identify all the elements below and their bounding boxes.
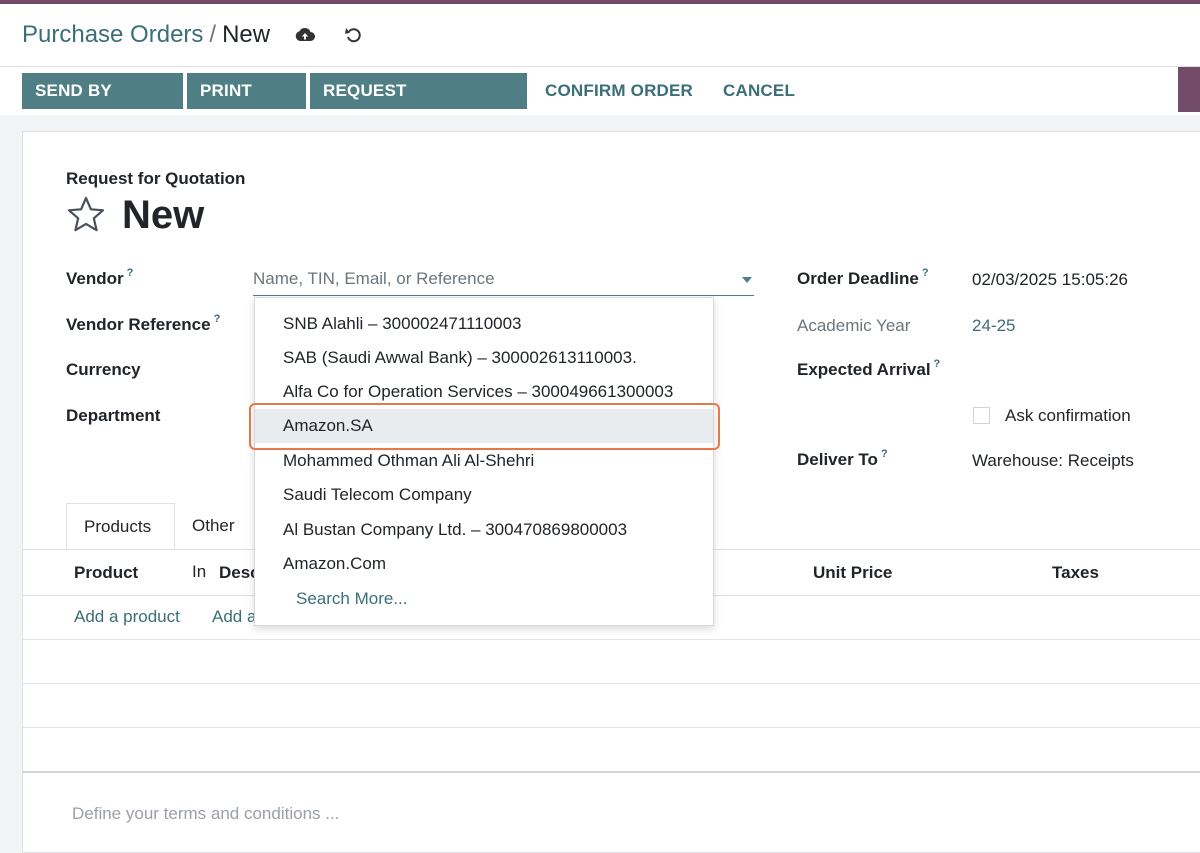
add-product-link[interactable]: Add a product: [74, 607, 180, 627]
vendor-reference-label: Vendor Reference?: [66, 313, 221, 334]
currency-label: Currency: [66, 360, 141, 379]
help-icon[interactable]: ?: [214, 313, 221, 325]
document-type-label: Request for Quotation: [66, 169, 246, 188]
print-rfq-button[interactable]: PRINT RFQ: [187, 73, 306, 136]
cloud-upload-icon[interactable]: [294, 26, 316, 49]
star-icon[interactable]: [66, 196, 106, 239]
dropdown-option[interactable]: SNB Alahli – 300002471110003: [255, 307, 713, 341]
send-by-email-button[interactable]: SEND BY EMAIL: [22, 73, 183, 136]
breadcrumb-purchase-orders[interactable]: Purchase Orders: [22, 21, 203, 48]
control-panel-header: Purchase Orders / New: [0, 4, 1200, 67]
table-row-divider: [22, 683, 1200, 684]
dropdown-option[interactable]: Amazon.Com: [255, 547, 713, 581]
expected-arrival-label: Expected Arrival?: [797, 358, 941, 379]
deliver-to-value[interactable]: Warehouse: Receipts: [972, 451, 1134, 471]
academic-year-value[interactable]: 24-25: [972, 316, 1015, 336]
action-toolbar: SEND BY EMAIL PRINT RFQ REQUEST APPROVAL…: [0, 67, 1200, 136]
vendor-autocomplete-dropdown: SNB Alahli – 300002471110003 SAB (Saudi …: [254, 297, 714, 626]
deliver-to-label: Deliver To?: [797, 448, 888, 469]
help-icon[interactable]: ?: [922, 267, 929, 279]
vendor-input[interactable]: [253, 264, 723, 294]
column-header-product[interactable]: Product: [74, 563, 138, 583]
request-approvals-button[interactable]: REQUEST APPROVALS: [310, 73, 527, 136]
help-icon[interactable]: ?: [881, 448, 888, 460]
table-row-divider: [22, 727, 1200, 728]
vendor-field[interactable]: [253, 264, 754, 296]
tab-other-info[interactable]: Other In: [175, 503, 252, 581]
column-header-unit-price[interactable]: Unit Price: [813, 563, 892, 583]
cancel-button[interactable]: CANCEL: [710, 73, 808, 109]
dropdown-option[interactable]: Al Bustan Company Ltd. – 300470869800003: [255, 513, 713, 547]
order-deadline-label: Order Deadline?: [797, 267, 929, 288]
record-title: New: [122, 193, 205, 237]
add-section-link[interactable]: Add a: [212, 607, 256, 627]
academic-year-label: Academic Year: [797, 316, 911, 335]
table-row-divider: [22, 639, 1200, 640]
breadcrumb: Purchase Orders / New: [22, 21, 270, 49]
dropdown-option[interactable]: Saudi Telecom Company: [255, 478, 713, 512]
dropdown-option[interactable]: SAB (Saudi Awwal Bank) – 300002613110003…: [255, 341, 713, 375]
terms-conditions-field[interactable]: Define your terms and conditions ...: [72, 804, 339, 824]
vendor-label: Vendor?: [66, 267, 134, 288]
department-label: Department: [66, 406, 161, 425]
tab-products[interactable]: Products: [66, 503, 175, 550]
chevron-down-icon[interactable]: [742, 277, 752, 283]
order-deadline-value[interactable]: 02/03/2025 15:05:26: [972, 270, 1128, 290]
help-icon[interactable]: ?: [127, 267, 134, 279]
breadcrumb-separator: /: [209, 21, 217, 48]
confirm-order-button[interactable]: CONFIRM ORDER: [532, 73, 706, 109]
ask-confirmation-label: Ask confirmation: [1005, 406, 1131, 425]
table-bottom-divider: [22, 771, 1200, 773]
status-bar-edge: [1173, 67, 1200, 112]
help-icon[interactable]: ?: [934, 358, 941, 370]
breadcrumb-current: New: [222, 21, 271, 48]
discard-icon[interactable]: [344, 26, 364, 49]
column-header-taxes[interactable]: Taxes: [1052, 563, 1099, 583]
search-more-link[interactable]: Search More...: [255, 582, 713, 616]
ask-confirmation-checkbox[interactable]: [973, 407, 990, 424]
selection-highlight-box: [249, 403, 720, 450]
